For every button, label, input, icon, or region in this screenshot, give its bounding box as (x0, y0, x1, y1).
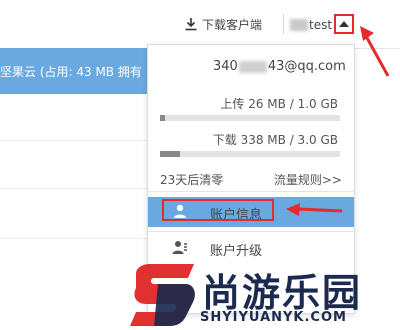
upload-quota-fill (160, 115, 165, 121)
annotation-arrow-toggle (360, 26, 390, 77)
download-quota-label: 下载 338 MB / 3.0 GB (212, 133, 338, 147)
redacted-username-part (290, 19, 308, 31)
top-bar: 下载客户端 test (0, 0, 400, 49)
menu-divider (148, 231, 354, 232)
topbar-separator (283, 14, 284, 34)
menu-item-account-upgrade[interactable]: 账户升级 (148, 233, 354, 263)
annotation-arrow-account-info (286, 203, 343, 216)
watermark-title: 尚游乐园 (202, 271, 363, 315)
download-quota-fill (160, 151, 180, 157)
list-divider (0, 238, 148, 239)
account-menu-toggle[interactable] (334, 14, 354, 34)
email-prefix: 340 (213, 59, 238, 74)
caret-up-icon (339, 21, 349, 27)
user-name-text: test (309, 18, 333, 32)
user-name[interactable]: test (290, 16, 332, 34)
download-client-button[interactable]: 下载客户端 (184, 14, 262, 34)
redacted-email-part (238, 60, 267, 73)
upload-quota-label: 上传 26 MB / 1.0 GB (220, 97, 338, 111)
traffic-rules-link[interactable]: 流量规则>> (274, 171, 342, 188)
watermark-subtitle: SHYIYUANYK.COM (200, 310, 347, 325)
list-divider (0, 140, 148, 141)
download-icon (185, 18, 197, 31)
download-client-label: 下载客户端 (202, 17, 263, 32)
traffic-reset-countdown: 23天后清零 (160, 173, 224, 187)
menu-item-label: 账户升级 (210, 244, 263, 259)
user-upgrade-icon (172, 241, 187, 254)
list-row-text: 坚果云 (占用: 43 MB 拥有 (0, 64, 142, 79)
email-suffix: 43@qq.com (267, 59, 346, 74)
list-divider (0, 188, 148, 189)
upload-quota-bar (160, 115, 340, 121)
download-quota-bar (160, 151, 340, 157)
menu-divider (148, 191, 354, 192)
selected-list-row[interactable]: 坚果云 (占用: 43 MB 拥有 (0, 48, 148, 94)
account-email: 340 43@qq.com (213, 59, 346, 74)
annotation-highlight-box (162, 199, 274, 221)
